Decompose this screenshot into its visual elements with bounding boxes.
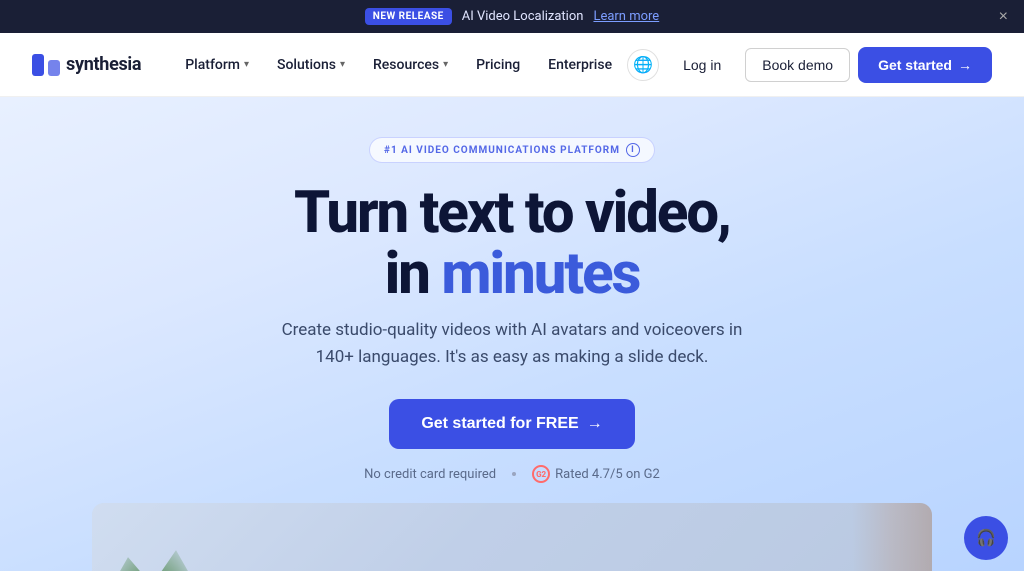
navbar: synthesia Platform ▾ Solutions ▾ Resourc… [0, 33, 1024, 97]
book-demo-button[interactable]: Book demo [745, 48, 850, 82]
nav-resources[interactable]: Resources ▾ [361, 49, 460, 81]
headphones-icon: 🎧 [976, 528, 996, 548]
g2-badge: G2 Rated 4.7/5 on G2 [532, 465, 660, 483]
divider-dot [512, 472, 516, 476]
cta-arrow-icon: → [587, 415, 603, 433]
get-started-nav-button[interactable]: Get started → [858, 47, 992, 83]
learn-more-link[interactable]: Learn more [593, 9, 659, 24]
login-button[interactable]: Log in [667, 49, 737, 81]
nav-pricing[interactable]: Pricing [464, 49, 532, 81]
language-selector-button[interactable]: 🌐 [627, 49, 659, 81]
logo-icon [32, 54, 60, 76]
nav-enterprise[interactable]: Enterprise [536, 49, 624, 81]
cta-button[interactable]: Get started for FREE → [389, 399, 634, 449]
main-content: #1 AI VIDEO COMMUNICATIONS PLATFORM i Tu… [0, 97, 1024, 571]
announcement-banner: NEW RELEASE AI Video Localization Learn … [0, 0, 1024, 33]
solutions-chevron-icon: ▾ [340, 59, 345, 70]
nav-platform[interactable]: Platform ▾ [173, 49, 261, 81]
support-chat-button[interactable]: 🎧 [964, 516, 1008, 560]
platform-chevron-icon: ▾ [244, 59, 249, 70]
nav-solutions[interactable]: Solutions ▾ [265, 49, 357, 81]
logo[interactable]: synthesia [32, 54, 141, 76]
arrow-icon: → [958, 57, 972, 73]
wall-decoration [852, 503, 932, 571]
hero-subtitle: Create studio-quality videos with AI ava… [272, 317, 752, 371]
hero-title: Turn text to video, in minutes [20, 183, 1004, 305]
video-preview: 🔇 [92, 503, 932, 571]
announcement-text: AI Video Localization [462, 9, 584, 24]
social-proof: No credit card required G2 Rated 4.7/5 o… [20, 465, 1004, 483]
new-release-badge: NEW RELEASE [365, 8, 452, 25]
resources-chevron-icon: ▾ [443, 59, 448, 70]
highlight-text: minutes [441, 240, 639, 308]
platform-badge: #1 AI VIDEO COMMUNICATIONS PLATFORM i [369, 137, 655, 163]
no-credit-card-text: No credit card required [364, 467, 496, 482]
close-announcement-button[interactable]: × [999, 9, 1008, 25]
nav-links: Platform ▾ Solutions ▾ Resources ▾ Prici… [173, 49, 627, 81]
logo-text: synthesia [66, 54, 141, 75]
info-icon[interactable]: i [626, 143, 640, 157]
video-person-area [382, 513, 642, 571]
g2-icon: G2 [532, 465, 550, 483]
rating-text: Rated 4.7/5 on G2 [555, 467, 660, 482]
nav-right: 🌐 Log in Book demo Get started → [627, 47, 992, 83]
globe-icon: 🌐 [633, 55, 653, 75]
hero-section: #1 AI VIDEO COMMUNICATIONS PLATFORM i Tu… [0, 97, 1024, 571]
